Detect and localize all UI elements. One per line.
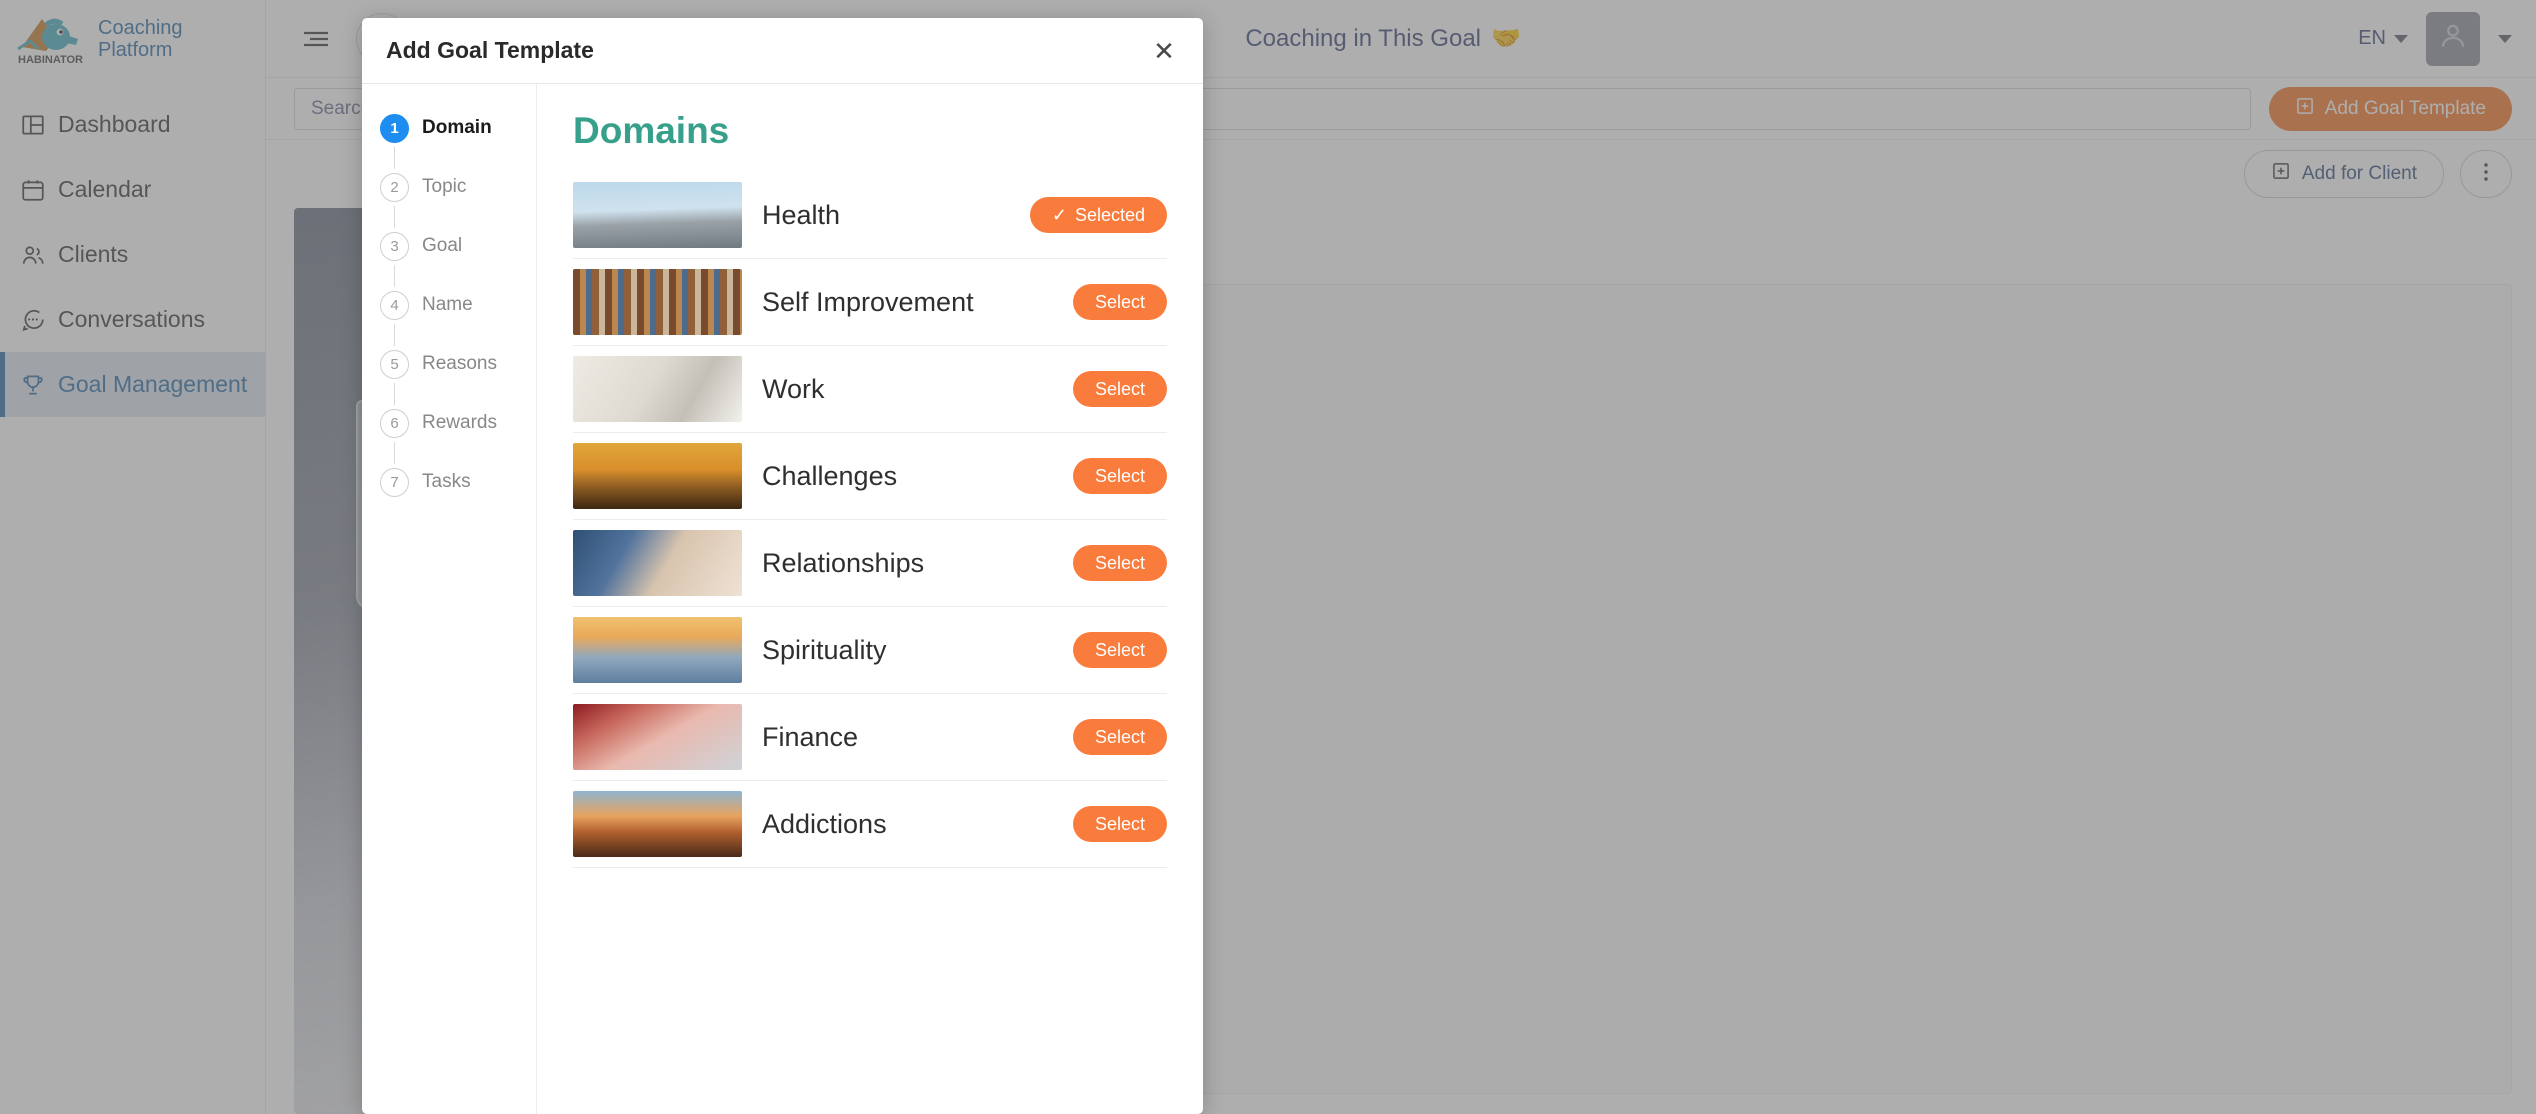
step-number: 3 xyxy=(380,232,409,261)
domain-name: Work xyxy=(762,373,825,404)
domain-select-label: Select xyxy=(1094,291,1145,312)
domain-select-label: Select xyxy=(1094,378,1145,399)
domain-thumbnail-self-improvement xyxy=(573,269,742,335)
domain-select-label: Selected xyxy=(1074,204,1145,225)
step-connector xyxy=(394,265,395,287)
domain-thumbnail-health xyxy=(573,182,742,248)
domain-select-label: Select xyxy=(1094,465,1145,486)
domain-thumbnail-relationships xyxy=(573,530,742,596)
domain-row: Health ✓ Selected xyxy=(573,172,1167,259)
domain-select-label: Select xyxy=(1094,726,1145,747)
domains-panel: Domains Health ✓ Selected Self Improveme… xyxy=(537,84,1203,1114)
domain-name: Addictions xyxy=(762,808,887,839)
step-goal[interactable]: 3 Goal xyxy=(362,232,536,261)
step-number: 6 xyxy=(380,409,409,438)
domain-name: Self Improvement xyxy=(762,286,974,317)
domain-row: Spirituality Select xyxy=(573,607,1167,694)
step-label: Domain xyxy=(422,117,492,138)
domain-select-button[interactable]: Select xyxy=(1072,719,1167,755)
step-label: Name xyxy=(422,294,473,315)
domain-thumbnail-challenges xyxy=(573,443,742,509)
step-name[interactable]: 4 Name xyxy=(362,291,536,320)
step-connector xyxy=(394,442,395,464)
domain-thumbnail-work xyxy=(573,356,742,422)
page-title: Domains xyxy=(573,110,730,151)
domain-row: Challenges Select xyxy=(573,433,1167,520)
step-topic[interactable]: 2 Topic xyxy=(362,173,536,202)
step-label: Reasons xyxy=(422,353,497,374)
modal-body: 1 Domain 2 Topic 3 Goal 4 Name 5 Reasons xyxy=(362,84,1203,1114)
step-label: Topic xyxy=(422,176,467,197)
domain-select-button[interactable]: ✓ Selected xyxy=(1029,197,1167,233)
domain-row: Work Select xyxy=(573,346,1167,433)
step-number: 5 xyxy=(380,350,409,379)
domain-name: Health xyxy=(762,199,841,230)
domain-name: Challenges xyxy=(762,460,898,491)
step-connector xyxy=(394,206,395,228)
step-number: 2 xyxy=(380,173,409,202)
domain-row: Finance Select xyxy=(573,694,1167,781)
step-label: Goal xyxy=(422,235,463,256)
domain-select-label: Select xyxy=(1094,552,1145,573)
domain-select-label: Select xyxy=(1094,813,1145,834)
step-reasons[interactable]: 5 Reasons xyxy=(362,350,536,379)
domain-name: Finance xyxy=(762,721,859,752)
domain-select-button[interactable]: Select xyxy=(1072,284,1167,320)
step-number: 1 xyxy=(380,114,409,143)
step-number: 7 xyxy=(380,468,409,497)
domain-name: Spirituality xyxy=(762,634,887,665)
modal-title: Add Goal Template xyxy=(386,37,594,63)
step-label: Rewards xyxy=(422,412,497,433)
check-icon: ✓ xyxy=(1051,204,1067,225)
step-connector xyxy=(394,383,395,405)
domain-row: Self Improvement Select xyxy=(573,259,1167,346)
domain-select-label: Select xyxy=(1094,639,1145,660)
domain-thumbnail-addictions xyxy=(573,791,742,857)
domain-select-button[interactable]: Select xyxy=(1072,806,1167,842)
wizard-stepper: 1 Domain 2 Topic 3 Goal 4 Name 5 Reasons xyxy=(362,84,537,1114)
step-domain[interactable]: 1 Domain xyxy=(362,114,536,143)
domain-select-button[interactable]: Select xyxy=(1072,371,1167,407)
domain-thumbnail-spirituality xyxy=(573,617,742,683)
domain-thumbnail-finance xyxy=(573,704,742,770)
close-icon[interactable]: ✕ xyxy=(1147,34,1181,68)
step-rewards[interactable]: 6 Rewards xyxy=(362,409,536,438)
domain-select-button[interactable]: Select xyxy=(1072,545,1167,581)
add-goal-template-modal: Add Goal Template ✕ 1 Domain 2 Topic 3 G… xyxy=(362,18,1203,1114)
domain-row: Relationships Select xyxy=(573,520,1167,607)
step-connector xyxy=(394,147,395,169)
step-number: 4 xyxy=(380,291,409,320)
domain-name: Relationships xyxy=(762,547,925,578)
step-connector xyxy=(394,324,395,346)
domain-select-button[interactable]: Select xyxy=(1072,632,1167,668)
domain-row: Addictions Select xyxy=(573,781,1167,868)
step-tasks[interactable]: 7 Tasks xyxy=(362,468,536,497)
domain-select-button[interactable]: Select xyxy=(1072,458,1167,494)
modal-header: Add Goal Template ✕ xyxy=(362,18,1203,84)
step-label: Tasks xyxy=(422,471,471,492)
